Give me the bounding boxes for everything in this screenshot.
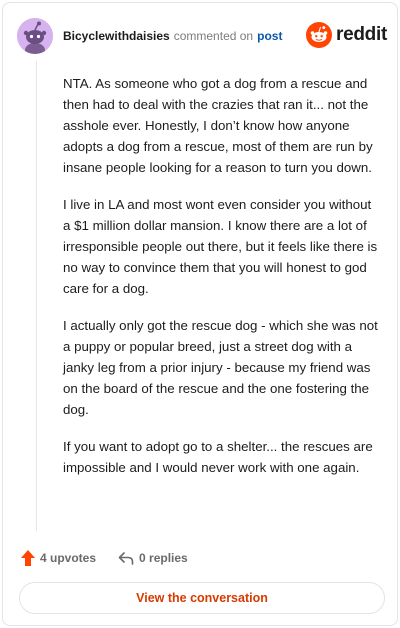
username[interactable]: Bicyclewithdaisies	[63, 29, 170, 43]
upvote-arrow-icon	[21, 550, 35, 566]
view-conversation-button[interactable]: View the conversation	[19, 582, 385, 614]
snoo-avatar-icon	[17, 18, 53, 54]
comment-paragraph: If you want to adopt go to a shelter... …	[63, 439, 373, 475]
comment-paragraph: I live in LA and most wont even consider…	[63, 197, 378, 296]
reddit-brand[interactable]: reddit	[306, 21, 387, 49]
brand-wordmark: reddit	[336, 24, 387, 45]
comment-body: NTA. As someone who got a dog from a res…	[63, 73, 381, 494]
comment-header: Bicyclewithdaisies commented on post reddi…	[17, 17, 387, 55]
comment-card: Bicyclewithdaisies commented on post reddi…	[2, 2, 398, 626]
comment-actions: 4 upvotes 0 replies	[21, 547, 188, 569]
post-link[interactable]: post	[257, 29, 282, 43]
replies-button[interactable]: 0 replies	[118, 551, 188, 565]
thread-line	[36, 61, 37, 531]
upvote-button[interactable]: 4 upvotes	[21, 550, 96, 566]
upvote-count: 4 upvotes	[40, 551, 97, 565]
reply-arrow-icon	[118, 552, 134, 565]
action-text: commented on	[173, 29, 254, 43]
comment-paragraph: I actually only got the rescue dog - whi…	[63, 318, 378, 417]
comment-paragraph: NTA. As someone who got a dog from a res…	[63, 76, 373, 175]
comment-meta: Bicyclewithdaisies commented on post	[63, 29, 282, 43]
avatar[interactable]	[17, 18, 53, 54]
reply-count: 0 replies	[139, 551, 188, 565]
reddit-logo-icon	[306, 22, 333, 48]
